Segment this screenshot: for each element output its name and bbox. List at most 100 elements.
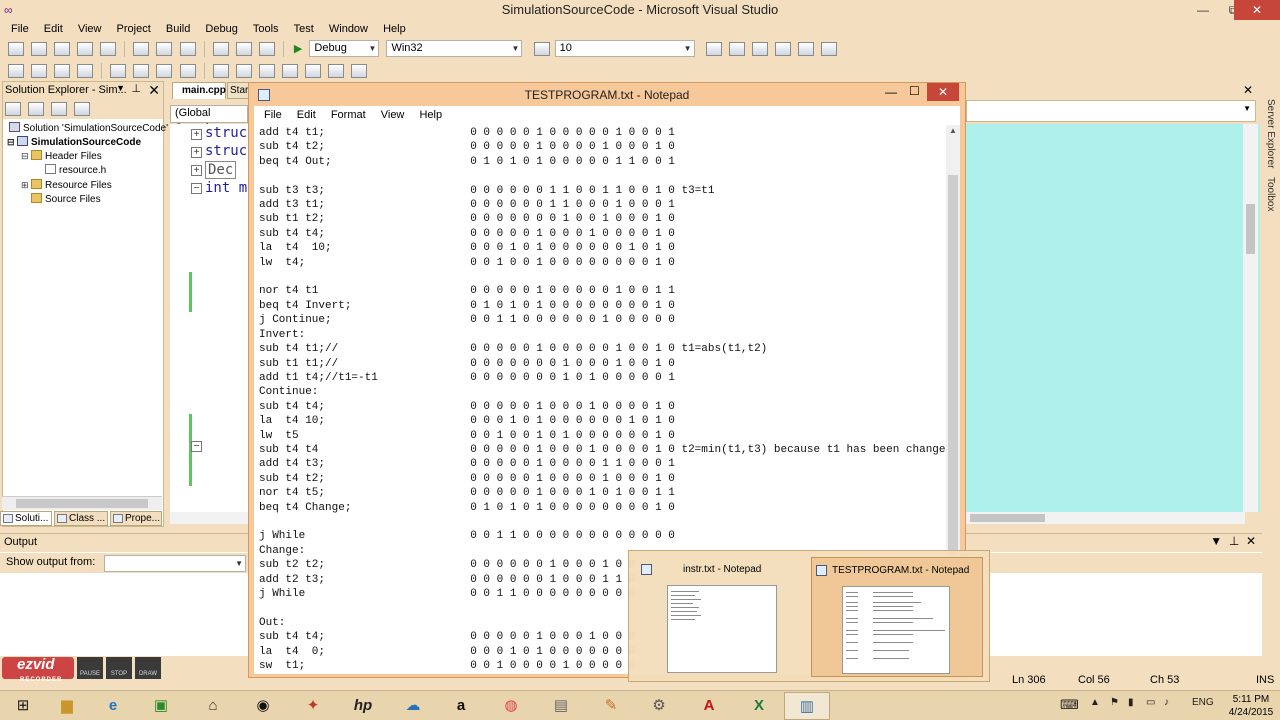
toolbox-icon[interactable] [774,42,791,56]
thumbnail-instr[interactable]: instr.txt - Notepad [637,557,805,677]
menu-edit[interactable]: Edit [38,22,69,36]
save-all-icon[interactable] [100,42,117,56]
tree-resource-h[interactable]: resource.h [45,164,106,176]
thumbnail-testprogram[interactable]: TESTPROGRAM.txt - Notepad [811,557,983,677]
menu-tools[interactable]: Tools [247,22,285,36]
np-menu-format[interactable]: Format [325,108,372,122]
expand-icon[interactable]: + [191,147,202,158]
tree-project[interactable]: ⊟ SimulationSourceCode [7,136,141,148]
configuration-combo[interactable]: Debug ▼ [309,40,380,57]
ezvid-stop-button[interactable]: STOP [106,657,132,679]
system-clock[interactable]: 5:11 PM 4/24/2015 [1224,693,1278,719]
parameter-info-icon[interactable] [31,64,48,78]
expand-icon[interactable]: ⊞ [21,180,29,191]
ezvid-draw-button[interactable]: DRAW [135,657,161,679]
decrease-indent-icon[interactable] [110,64,127,78]
minimize-icon[interactable]: — [1188,0,1218,20]
expand-icon[interactable]: + [191,129,202,140]
ezvid-pause-button[interactable]: PAUSE [77,657,103,679]
undo-icon[interactable] [212,42,229,56]
next-bookmark-folder-icon[interactable] [304,64,321,78]
action-center-icon[interactable]: ⚑ [1110,697,1119,708]
show-hidden-icons-icon[interactable]: ▲ [1090,697,1100,708]
amazon-icon[interactable]: a [438,692,484,720]
tab-main-cpp[interactable]: main.cpp [172,82,226,99]
member-list-icon[interactable] [8,64,24,78]
next-bookmark-icon[interactable] [258,64,275,78]
paste-icon[interactable] [179,42,196,56]
find-in-files-icon[interactable] [533,42,550,56]
maximize-icon[interactable]: ☐ [909,84,920,98]
collapse-icon[interactable]: ⊟ [7,137,15,148]
refresh-icon[interactable] [51,102,68,116]
properties-icon[interactable] [5,102,21,116]
collapse-icon[interactable]: − [191,183,202,194]
open-file-icon[interactable] [54,42,71,56]
tab-class-view[interactable]: Class ... [54,511,108,526]
close-document-icon[interactable]: ✕ [1243,83,1253,97]
bookmark-icon[interactable] [212,64,229,78]
file-explorer-icon[interactable]: ▆ [44,692,90,720]
scroll-thumb[interactable] [1246,204,1255,254]
member-combo[interactable]: ▼ [966,100,1256,122]
redo-icon[interactable] [235,42,252,56]
tree-source-files[interactable]: Source Files [31,193,101,205]
navigate-icon[interactable] [258,42,275,56]
tree-resource-files[interactable]: ⊞ Resource Files [21,179,112,191]
toolbox-tab[interactable]: Toolbox [1265,177,1276,211]
np-menu-edit[interactable]: Edit [291,108,322,122]
output-source-combo[interactable]: ▼ [104,555,246,572]
app-window-icon[interactable]: ▤ [538,692,584,720]
keyboard-icon[interactable]: ⌨ [1060,697,1079,713]
quick-info-icon[interactable] [54,64,71,78]
start-debugging-icon[interactable]: ▶ [294,42,302,55]
new-project-icon[interactable] [8,42,24,56]
tree-header-files[interactable]: ⊟ Header Files [21,150,102,162]
editor-vscrollbar[interactable] [1243,124,1258,512]
np-menu-help[interactable]: Help [413,108,448,122]
network-icon[interactable]: ▮ [1128,697,1134,708]
hp-icon[interactable]: hp [340,692,386,720]
save-icon[interactable] [77,42,94,56]
toolbar-options-icon[interactable] [351,64,367,78]
close-icon[interactable]: ✕ [1234,0,1280,20]
menu-window[interactable]: Window [323,22,374,36]
internet-explorer-icon[interactable]: e [90,692,136,720]
settings-app-icon[interactable]: ⚙ [636,692,682,720]
expand-icon[interactable]: + [191,165,202,176]
language-indicator[interactable]: ENG [1192,697,1214,708]
acrobat-icon[interactable]: A [686,692,732,720]
tab-property-manager[interactable]: Prope... [110,511,162,526]
weather-icon[interactable]: ☁ [390,692,436,720]
menu-build[interactable]: Build [160,22,196,36]
volume-icon[interactable]: ♪ [1164,697,1169,708]
solution-explorer-hscrollbar[interactable] [2,496,162,510]
properties-icon[interactable] [728,42,745,56]
server-explorer-tab[interactable]: Server Explorer [1265,99,1276,168]
power-icon[interactable]: ▭ [1146,697,1155,708]
comment-icon[interactable] [156,64,173,78]
object-browser-icon[interactable] [751,42,768,56]
color-app-icon[interactable]: ✦ [290,692,336,720]
view-class-diagram-icon[interactable] [74,102,91,116]
menu-debug[interactable]: Debug [199,22,243,36]
extensions-icon[interactable] [820,42,837,56]
np-menu-view[interactable]: View [375,108,411,122]
notepad-title-bar[interactable]: TESTPROGRAM.txt - Notepad — ☐ ✕ [249,83,965,105]
home-icon[interactable]: ⌂ [190,692,236,720]
add-item-icon[interactable] [31,42,48,56]
chevron-down-icon[interactable]: ▼ [116,83,125,93]
platform-combo[interactable]: Win32 ▼ [386,40,523,57]
increase-indent-icon[interactable] [133,64,150,78]
paint-icon[interactable]: ✎ [588,692,634,720]
minimize-icon[interactable]: — [885,85,897,99]
media-player-icon[interactable]: ◉ [240,692,286,720]
chevron-down-icon[interactable]: ▼ [1210,534,1222,548]
collapse-icon[interactable]: ⊟ [21,151,29,162]
find-combo[interactable]: 10 ▼ [554,40,695,57]
start-button[interactable]: ⊞ [0,692,46,720]
menu-view[interactable]: View [72,22,108,36]
scroll-thumb[interactable] [16,499,148,508]
notepad-taskbar-icon[interactable]: ▥ [784,692,830,720]
clear-bookmarks-icon[interactable] [327,64,344,78]
